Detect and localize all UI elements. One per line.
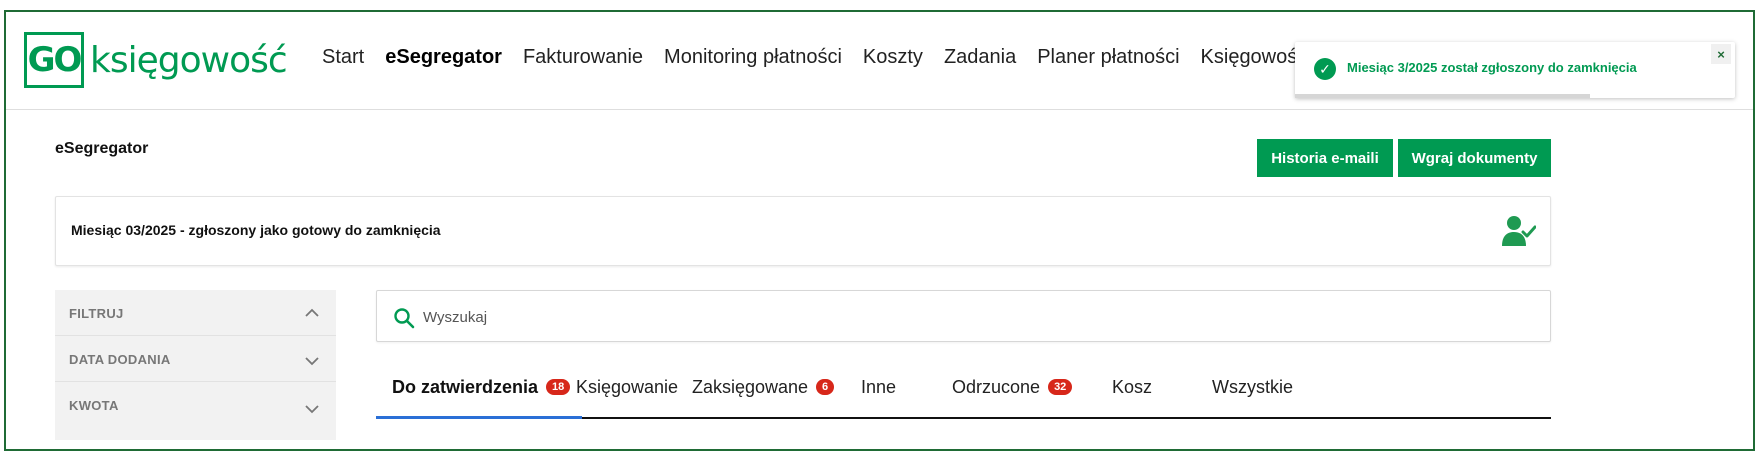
tab-ksiegowanie[interactable]: Księgowanie — [576, 357, 678, 417]
tab-zaksiegowane[interactable]: Zaksięgowane 6 — [692, 357, 835, 417]
logo[interactable]: GO księgowość — [24, 32, 288, 88]
tab-label: Kosz — [1112, 376, 1153, 397]
user-check-icon — [1502, 216, 1536, 246]
check-circle-icon: ✓ — [1314, 58, 1336, 80]
search-box — [376, 290, 1551, 342]
tab-inne[interactable]: Inne — [861, 357, 896, 417]
filter-label: FILTRUJ — [69, 306, 124, 321]
filter-label: KWOTA — [69, 398, 119, 413]
nav-item-start[interactable]: Start — [322, 46, 364, 69]
tab-label: Do zatwierdzenia — [392, 376, 539, 397]
month-status-text: Miesiąc 03/2025 - zgłoszony jako gotowy … — [71, 222, 441, 238]
count-badge: 6 — [816, 379, 835, 395]
nav-item-fakturowanie[interactable]: Fakturowanie — [523, 46, 643, 69]
toast-close-button[interactable]: × — [1711, 44, 1731, 64]
tab-label: Inne — [861, 376, 897, 397]
tab-label: Zaksięgowane — [692, 376, 809, 397]
top-header: GO księgowość Start eSegregator Fakturow… — [6, 12, 1753, 110]
tab-odrzucone[interactable]: Odrzucone 32 — [952, 357, 1073, 417]
main-nav: Start eSegregator Fakturowanie Monitorin… — [322, 46, 1328, 69]
tab-kosz[interactable]: Kosz — [1112, 357, 1152, 417]
tab-label: Odrzucone — [952, 376, 1041, 397]
chevron-down-icon — [305, 405, 319, 414]
search-input[interactable] — [423, 304, 1523, 330]
document-tabs: Do zatwierdzenia 18 Księgowanie Zaksięgo… — [376, 357, 1551, 419]
filter-label: DATA DODANIA — [69, 352, 171, 367]
filter-date-added[interactable]: DATA DODANIA — [55, 336, 336, 382]
tab-label: Księgowanie — [576, 376, 679, 397]
nav-item-esegregator[interactable]: eSegregator — [385, 46, 502, 69]
nav-item-zadania[interactable]: Zadania — [944, 46, 1016, 69]
success-toast: ✓ Miesiąc 3/2025 został zgłoszony do zam… — [1295, 42, 1735, 98]
chevron-up-icon — [305, 308, 319, 317]
count-badge: 18 — [546, 379, 571, 395]
search-icon — [394, 308, 415, 329]
logo-box: GO — [24, 32, 84, 88]
count-badge: 32 — [1048, 379, 1073, 395]
app-frame: GO księgowość Start eSegregator Fakturow… — [4, 10, 1755, 451]
filter-amount[interactable]: KWOTA — [55, 382, 336, 428]
month-status-card: Miesiąc 03/2025 - zgłoszony jako gotowy … — [55, 196, 1551, 266]
filters-panel: FILTRUJ DATA DODANIA KWOTA — [55, 290, 336, 440]
tab-do-zatwierdzenia[interactable]: Do zatwierdzenia 18 — [392, 357, 571, 417]
tab-label: Wszystkie — [1212, 376, 1293, 397]
tab-wszystkie[interactable]: Wszystkie — [1212, 357, 1293, 417]
toast-message: Miesiąc 3/2025 został zgłoszony do zamkn… — [1347, 60, 1637, 75]
nav-item-koszty[interactable]: Koszty — [863, 46, 923, 69]
nav-item-monitoring-platnosci[interactable]: Monitoring płatności — [664, 46, 842, 69]
toast-progress-bar — [1295, 94, 1590, 98]
active-tab-underline — [376, 416, 582, 419]
email-history-button[interactable]: Historia e-maili — [1257, 139, 1393, 177]
filter-toggle[interactable]: FILTRUJ — [55, 290, 336, 336]
nav-item-ksiegowosc[interactable]: Księgowość — [1201, 46, 1308, 69]
nav-item-planer-platnosci[interactable]: Planer płatności — [1037, 46, 1179, 69]
chevron-down-icon — [305, 357, 319, 366]
upload-documents-button[interactable]: Wgraj dokumenty — [1398, 139, 1551, 177]
page-title: eSegregator — [55, 140, 149, 157]
logo-text: księgowość — [90, 39, 288, 81]
